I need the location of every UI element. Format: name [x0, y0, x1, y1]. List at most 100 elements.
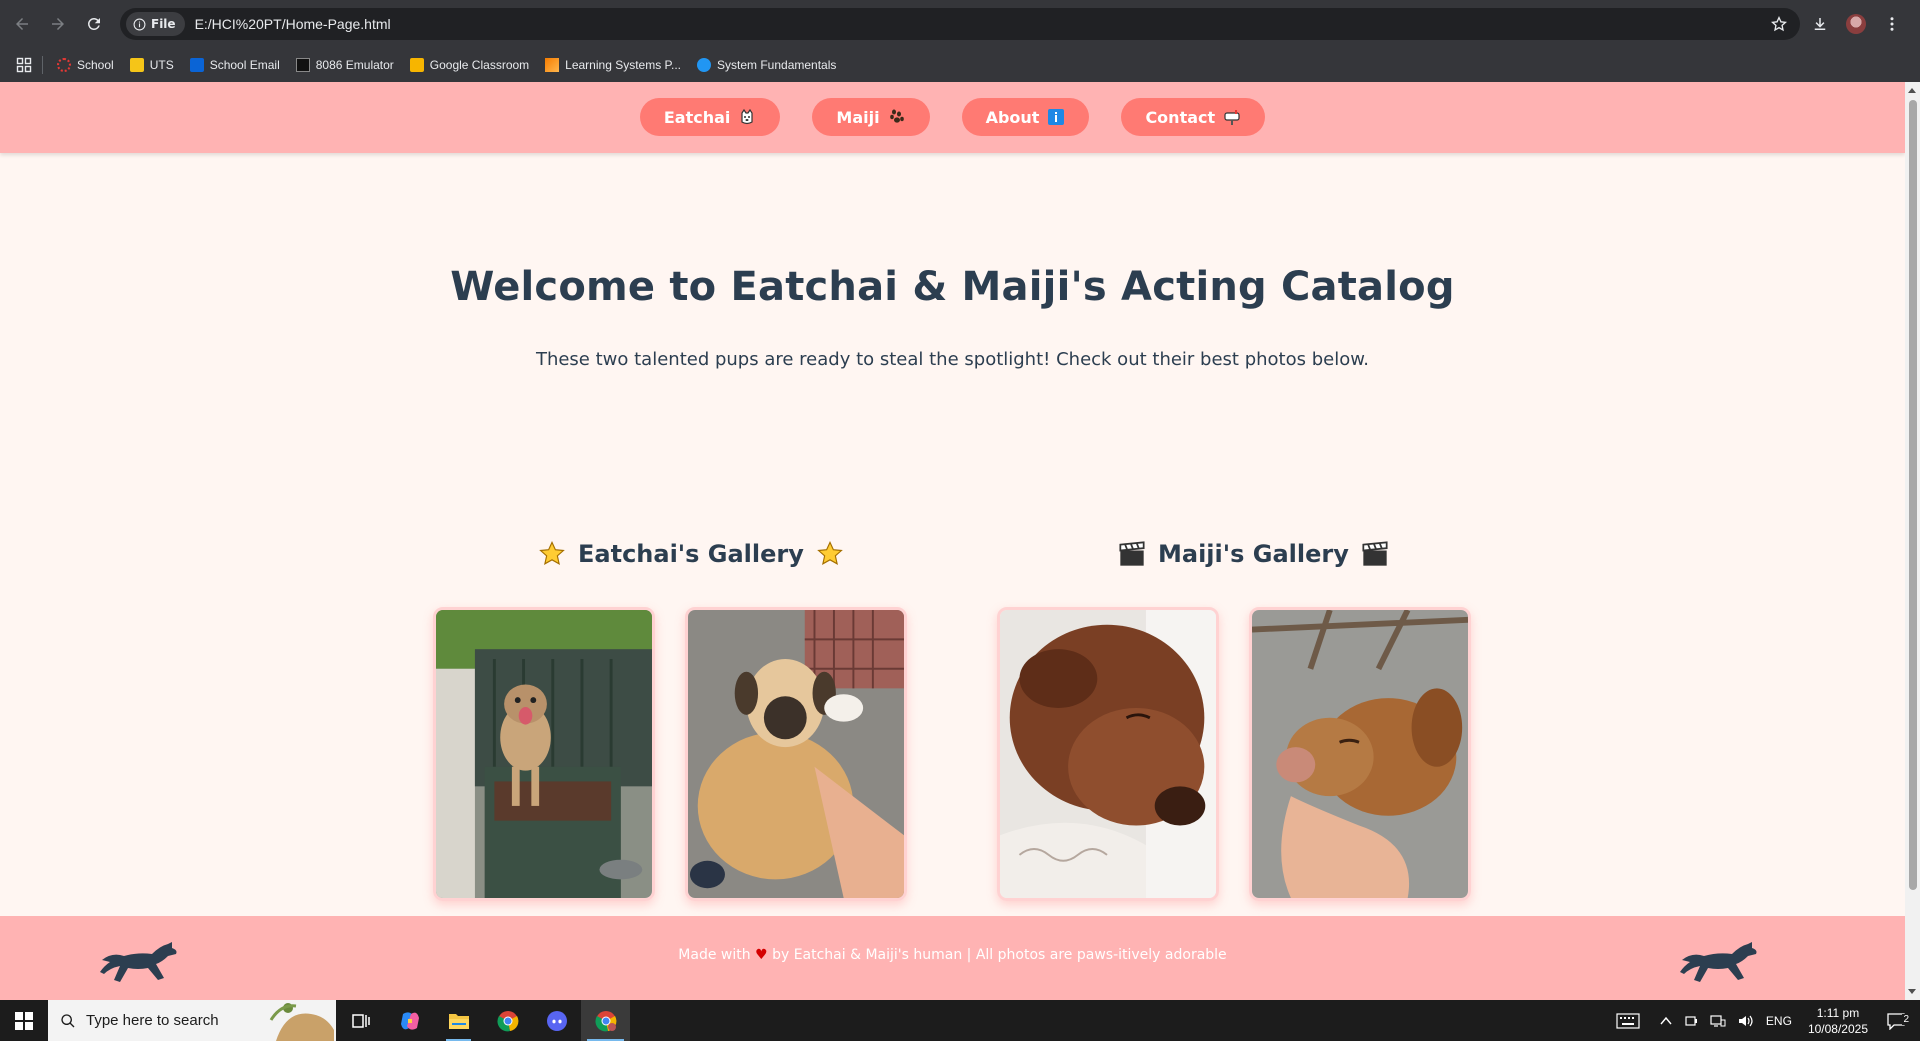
windows-logo-icon [15, 1011, 33, 1030]
downloads-button[interactable] [1802, 6, 1838, 42]
apps-grid-icon[interactable] [16, 57, 32, 73]
bookmark-google-classroom[interactable]: Google Classroom [402, 52, 537, 78]
bookmark-star-icon[interactable] [1770, 15, 1788, 33]
tray-network[interactable] [1704, 1014, 1732, 1028]
bookmark-school[interactable]: School [49, 52, 122, 78]
browser-toolbar: File E:/HCI%20PT/Home-Page.html [0, 0, 1920, 48]
tray-meet[interactable] [1678, 1014, 1704, 1028]
bookmark-label: School Email [209, 58, 280, 72]
nav-eatchai[interactable]: Eatchai [639, 98, 781, 136]
taskbar-file-explorer[interactable] [434, 1000, 483, 1041]
taskbar-chrome-active[interactable] [581, 1000, 630, 1041]
address-bar[interactable]: File E:/HCI%20PT/Home-Page.html [120, 8, 1800, 40]
clapperboard-icon [1119, 541, 1145, 566]
site-footer: Made with ♥ by Eatchai & Maiji's human |… [0, 916, 1905, 1000]
bookmark-label: School [77, 58, 114, 72]
page-scrollbar[interactable] [1905, 82, 1920, 1000]
back-button[interactable] [4, 6, 40, 42]
bookmark-label: 8086 Emulator [315, 58, 394, 72]
notification-count: 2 [1902, 1013, 1910, 1025]
windows-taskbar: Type here to search ENG 1:11 pm 10/08/20… [0, 1000, 1920, 1041]
search-placeholder: Type here to search [86, 1012, 219, 1029]
bookmark-label: UTS [149, 58, 174, 72]
browser-right-tools [1802, 0, 1920, 48]
main-nav: Eatchai Maiji About Contact [0, 98, 1905, 136]
nav-label: Eatchai [663, 107, 731, 127]
scroll-up-arrow-icon[interactable] [1908, 88, 1916, 93]
running-dog-icon [1680, 942, 1757, 982]
system-tray: ENG 1:11 pm 10/08/2025 2 [1610, 1000, 1920, 1041]
forward-button[interactable] [40, 6, 76, 42]
nav-about[interactable]: About [961, 98, 1090, 136]
url-text[interactable]: E:/HCI%20PT/Home-Page.html [195, 16, 391, 32]
site-header: Eatchai Maiji About Contact [0, 82, 1905, 153]
gallery-title-text: Eatchai's Gallery [578, 540, 804, 568]
info-circle-icon [133, 18, 146, 30]
footer-credit: by Eatchai & Maiji's human | All photos … [772, 947, 1227, 963]
maiji-photo-2[interactable] [1249, 607, 1471, 901]
tray-clock[interactable]: 1:11 pm 10/08/2025 [1798, 1005, 1878, 1037]
taskbar-discord[interactable] [532, 1000, 581, 1041]
tray-volume[interactable] [1732, 1014, 1760, 1028]
tray-language[interactable]: ENG [1760, 1014, 1798, 1028]
eatchai-gallery-title: Eatchai's Gallery [538, 540, 844, 568]
volume-icon [1738, 1015, 1753, 1026]
maiji-gallery-title: Maiji's Gallery [1118, 540, 1389, 568]
heart-icon: ♥ [755, 947, 768, 963]
info-emoji-icon [1047, 108, 1065, 126]
reload-icon [87, 17, 100, 30]
nav-label: About [985, 107, 1040, 127]
bookmark-learning-systems[interactable]: Learning Systems P... [537, 52, 689, 78]
taskbar-chrome[interactable] [483, 1000, 532, 1041]
site-info-chip[interactable]: File [126, 12, 185, 36]
search-highlight-illustration [269, 1003, 334, 1041]
nav-maiji[interactable]: Maiji [812, 98, 930, 136]
notification-center-button[interactable]: 2 [1878, 1012, 1920, 1030]
bookmark-system-fundamentals[interactable]: System Fundamentals [689, 52, 844, 78]
uts-icon [129, 58, 144, 72]
maiji-photo-1[interactable] [997, 607, 1219, 901]
tray-keyboard[interactable] [1610, 1012, 1646, 1029]
bookmark-label: Learning Systems P... [565, 58, 681, 72]
site-chip-label: File [151, 17, 176, 31]
task-view-icon [351, 1013, 370, 1028]
learning-icon [545, 58, 560, 72]
kebab-menu-icon [1890, 17, 1894, 31]
emulator-icon [295, 58, 310, 72]
browser-menu-button[interactable] [1874, 6, 1910, 42]
start-button[interactable] [0, 1000, 48, 1041]
profile-avatar[interactable] [1846, 14, 1866, 34]
bookmarks-divider [42, 56, 43, 74]
page-subtitle: These two talented pups are ready to ste… [535, 349, 1370, 370]
taskbar-search[interactable]: Type here to search [48, 1000, 336, 1041]
nav-label: Contact [1145, 107, 1216, 127]
chrome-icon [496, 1010, 518, 1031]
copilot-icon [400, 1011, 419, 1030]
clock-date: 10/08/2025 [1807, 1021, 1868, 1036]
battery-icon [1685, 1015, 1697, 1026]
school-icon [57, 58, 71, 72]
taskbar-copilot[interactable] [385, 1000, 434, 1041]
forward-arrow-icon [52, 18, 64, 30]
nav-contact[interactable]: Contact [1121, 98, 1266, 136]
discord-icon [546, 1010, 567, 1031]
bookmarks-bar: School UTS School Email 8086 Emulator Go… [0, 48, 1920, 82]
bookmark-uts[interactable]: UTS [122, 52, 182, 78]
scroll-down-arrow-icon[interactable] [1908, 989, 1916, 994]
fundamentals-icon [697, 58, 711, 72]
eatchai-photo-2[interactable] [685, 607, 907, 901]
bookmark-school-email[interactable]: School Email [182, 52, 288, 78]
task-view-button[interactable] [336, 1000, 385, 1041]
clapperboard-icon [1362, 541, 1388, 566]
download-icon [1814, 18, 1826, 30]
eatchai-photo-1[interactable] [433, 607, 655, 901]
scroll-thumb[interactable] [1909, 100, 1917, 890]
folder-icon [448, 1013, 469, 1029]
search-icon [61, 1013, 75, 1027]
bookmark-8086-emulator[interactable]: 8086 Emulator [288, 52, 402, 78]
reload-button[interactable] [76, 6, 112, 42]
nav-label: Maiji [836, 107, 880, 127]
footer-text: Made with ♥ by Eatchai & Maiji's human |… [0, 947, 1905, 963]
classroom-icon [409, 58, 424, 72]
tray-overflow[interactable] [1654, 1016, 1678, 1026]
